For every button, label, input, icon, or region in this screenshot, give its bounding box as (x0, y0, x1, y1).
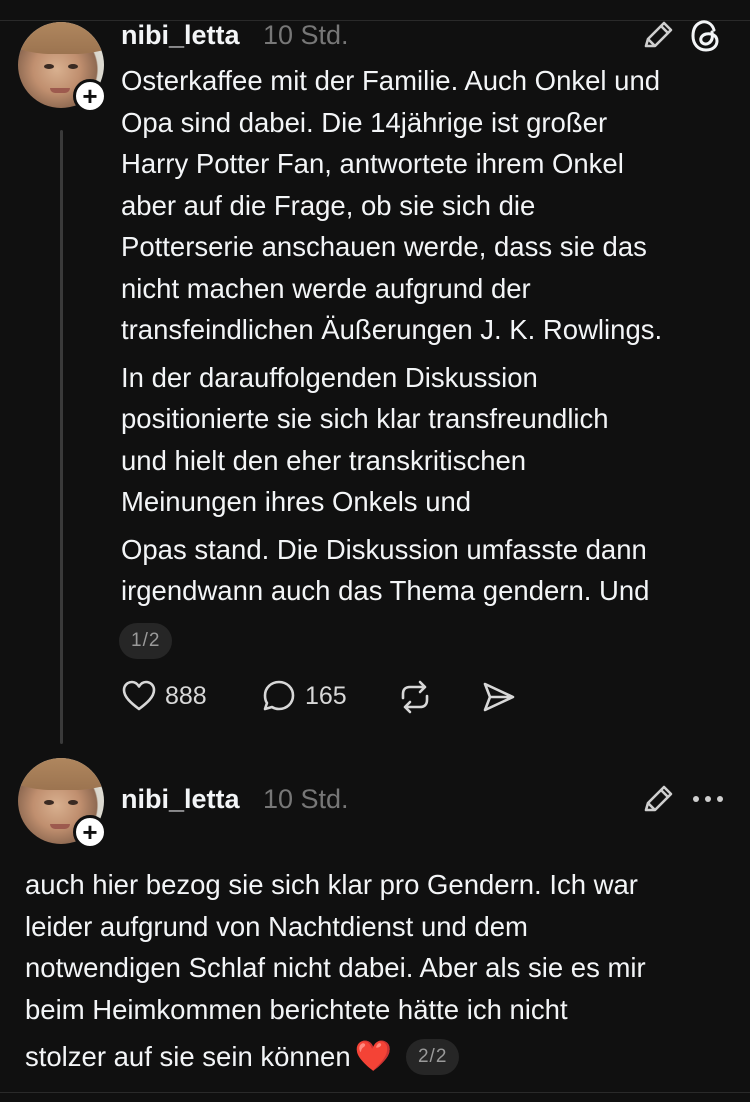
reply-count: 165 (305, 681, 347, 710)
post-line: aber auf die Frage, ob sie sich die (121, 189, 536, 221)
pencil-icon[interactable] (640, 784, 676, 816)
share-icon[interactable] (481, 680, 517, 714)
post-line: Meinungen ihres Onkels und (121, 486, 472, 517)
post-body: auch hier bezog sie sich klar pro Gender… (25, 864, 646, 1078)
timestamp: 10 Std. (263, 784, 349, 814)
page-indicator: 2/2 (405, 1038, 460, 1075)
timestamp: 10 Std. (263, 20, 349, 50)
post-line: In der darauffolgenden Diskussion (121, 361, 538, 393)
like-button[interactable]: 888 (121, 679, 207, 713)
thread-line (60, 130, 63, 744)
post-line: Opas stand. Die Diskussion umfasste dann (121, 533, 647, 565)
reply-button[interactable]: 165 (261, 679, 347, 713)
post-last-line: stolzer auf sie sein können ❤️ 2/2 (25, 1036, 646, 1078)
post-line: Osterkaffee mit der Familie. Auch Onkel … (121, 65, 661, 96)
more-icon[interactable] (690, 792, 726, 806)
post-line: beim Heimkommen berichtete hätte ich nic… (25, 993, 568, 1025)
like-count: 888 (165, 681, 207, 710)
bottom-divider (0, 1092, 750, 1093)
post-line: Harry Potter Fan, antwortete ihrem Onkel (121, 148, 624, 179)
threads-icon[interactable] (689, 18, 723, 54)
post-line: Opa sind dabei. Die 14jährige ist großer (121, 106, 608, 138)
post-body: Osterkaffee mit der Familie. Auch Onkel … (121, 60, 662, 612)
post-line: notwendigen Schlaf nicht dabei. Aber als… (25, 952, 646, 983)
post-line: positionierte sie sich klar transfreundl… (121, 403, 609, 434)
comment-icon (263, 680, 295, 711)
top-divider (0, 20, 750, 21)
heart-icon (122, 680, 156, 711)
heart-emoji: ❤️ (354, 1040, 392, 1073)
post-line: Potterserie anschauen werde, dass sie da… (121, 231, 647, 262)
post-line: nicht machen werde aufgrund der (121, 272, 531, 304)
pencil-icon[interactable] (640, 20, 676, 52)
post-line: auch hier bezog sie sich klar pro Gender… (25, 869, 638, 900)
post-line: stolzer auf sie sein können (25, 1041, 351, 1072)
follow-plus-icon[interactable]: + (73, 815, 107, 849)
repost-icon[interactable] (397, 680, 433, 714)
post-line: irgendwann auch das Thema gendern. Und (121, 575, 650, 606)
username[interactable]: nibi_letta (121, 20, 240, 51)
post-line: und hielt den eher transkritischen (121, 444, 527, 476)
post-line: leider aufgrund von Nachtdienst und dem (25, 910, 528, 942)
post-line: transfeindlichen Äußerungen J. K. Rowlin… (121, 314, 663, 345)
follow-plus-icon[interactable]: + (73, 79, 107, 113)
username[interactable]: nibi_letta (121, 784, 240, 815)
page-indicator: 1/2 (119, 623, 173, 659)
